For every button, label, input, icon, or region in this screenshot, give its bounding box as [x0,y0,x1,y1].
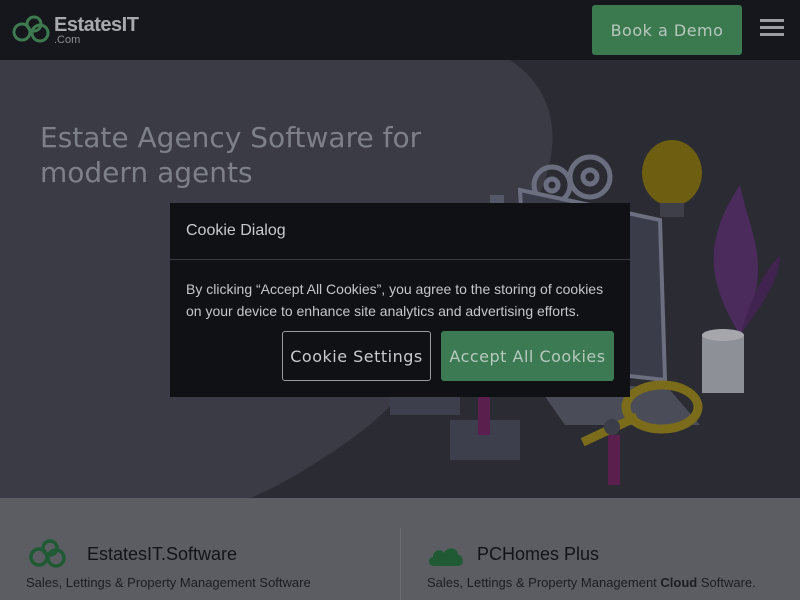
cookie-dialog-header: Cookie Dialog [170,203,630,260]
cookie-dialog-title: Cookie Dialog [186,222,286,239]
accept-all-cookies-button[interactable]: Accept All Cookies [441,331,614,381]
cookie-settings-button[interactable]: Cookie Settings [282,331,431,381]
cookie-dialog: Cookie Dialog By clicking “Accept All Co… [170,203,630,397]
cookie-dialog-text: By clicking “Accept All Cookies”, you ag… [186,281,604,319]
